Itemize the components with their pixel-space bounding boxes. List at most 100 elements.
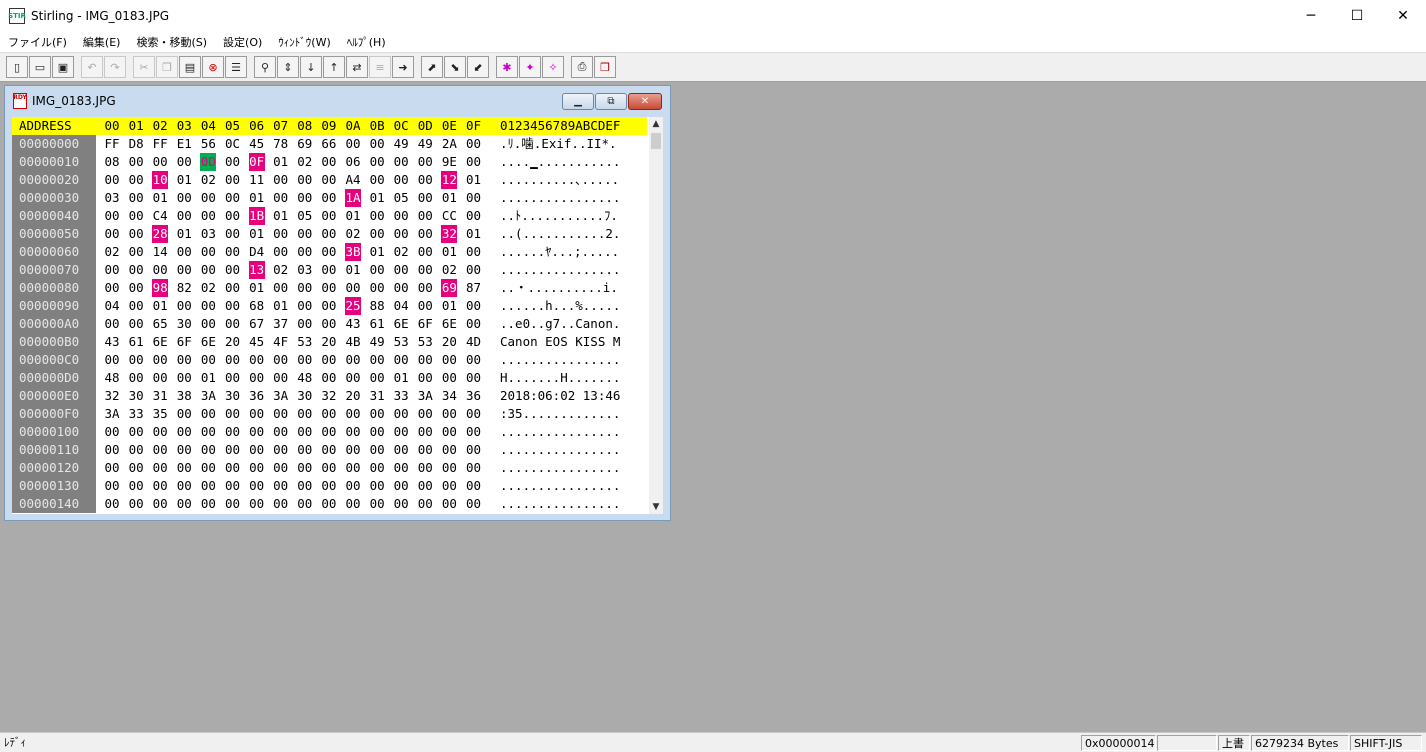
- hex-byte[interactable]: 00: [128, 495, 144, 513]
- hex-byte[interactable]: 00: [200, 243, 216, 261]
- hex-byte[interactable]: 00: [441, 423, 457, 441]
- hex-byte[interactable]: 00: [466, 459, 482, 477]
- hex-byte[interactable]: 01: [273, 297, 289, 315]
- hex-byte[interactable]: 04: [393, 297, 409, 315]
- hex-byte[interactable]: 00: [128, 189, 144, 207]
- hex-byte[interactable]: 00: [369, 477, 385, 495]
- hex-byte[interactable]: 00: [417, 477, 433, 495]
- hex-byte[interactable]: 00: [104, 279, 120, 297]
- hex-byte[interactable]: 00: [369, 423, 385, 441]
- menu-edit[interactable]: 編集(E): [75, 34, 129, 50]
- ascii-text[interactable]: Canon EOS KISS M: [500, 333, 620, 351]
- hex-byte[interactable]: 48: [104, 369, 120, 387]
- menu-help[interactable]: ﾍﾙﾌﾟ(H): [339, 34, 394, 50]
- compare-icon[interactable]: ≡: [369, 56, 391, 78]
- hex-byte[interactable]: 6E: [200, 333, 216, 351]
- hex-byte[interactable]: 00: [321, 189, 337, 207]
- hex-byte[interactable]: 32: [321, 387, 337, 405]
- hex-byte[interactable]: 61: [128, 333, 144, 351]
- ascii-text[interactable]: ................: [500, 189, 620, 207]
- hex-byte[interactable]: 00: [466, 261, 482, 279]
- hex-byte[interactable]: 01: [345, 261, 361, 279]
- ascii-text[interactable]: ................: [500, 441, 620, 459]
- hex-byte[interactable]: 00: [104, 225, 120, 243]
- hex-byte[interactable]: 01: [273, 153, 289, 171]
- hex-byte[interactable]: 61: [369, 315, 385, 333]
- hex-byte[interactable]: 00: [466, 315, 482, 333]
- hex-byte[interactable]: 00: [273, 441, 289, 459]
- hex-byte[interactable]: 00: [369, 351, 385, 369]
- hex-byte[interactable]: 02: [200, 171, 216, 189]
- hex-byte[interactable]: 01: [249, 189, 265, 207]
- hex-byte[interactable]: 02: [297, 153, 313, 171]
- hex-byte[interactable]: 01: [176, 171, 192, 189]
- hex-byte[interactable]: 00: [345, 405, 361, 423]
- hex-byte[interactable]: 00: [273, 171, 289, 189]
- hex-byte[interactable]: 00: [249, 405, 265, 423]
- hex-byte[interactable]: 69: [441, 279, 458, 297]
- hex-byte[interactable]: 1B: [248, 207, 265, 225]
- hex-byte[interactable]: 30: [225, 387, 241, 405]
- hex-byte[interactable]: 00: [417, 495, 433, 513]
- hex-byte[interactable]: 00: [321, 369, 337, 387]
- hex-byte[interactable]: 00: [369, 261, 385, 279]
- hex-byte[interactable]: 00: [321, 477, 337, 495]
- hex-byte[interactable]: 00: [345, 369, 361, 387]
- menu-search[interactable]: 検索・移動(S): [128, 34, 215, 50]
- hex-byte[interactable]: 00: [417, 297, 433, 315]
- hex-byte[interactable]: C4: [152, 207, 168, 225]
- hex-byte[interactable]: 4D: [466, 333, 482, 351]
- hex-byte[interactable]: 00: [466, 369, 482, 387]
- hex-byte[interactable]: 01: [441, 189, 457, 207]
- ascii-text[interactable]: ..........､.....: [500, 171, 619, 189]
- hex-byte[interactable]: 00: [369, 153, 385, 171]
- ascii-text[interactable]: ..e0..g7..Canon.: [500, 315, 620, 333]
- hex-byte[interactable]: 78: [273, 135, 289, 153]
- hex-byte[interactable]: 00: [321, 243, 337, 261]
- hex-byte[interactable]: 00: [369, 207, 385, 225]
- hex-byte[interactable]: 00: [321, 405, 337, 423]
- hex-byte[interactable]: 00: [176, 423, 192, 441]
- hex-byte[interactable]: 00: [393, 459, 409, 477]
- hex-byte[interactable]: 00: [345, 495, 361, 513]
- hex-byte[interactable]: 00: [128, 261, 144, 279]
- hex-byte[interactable]: 00: [128, 279, 144, 297]
- hex-byte[interactable]: 01: [466, 171, 482, 189]
- hex-byte[interactable]: 00: [249, 351, 265, 369]
- book-icon[interactable]: ❒: [594, 56, 616, 78]
- hex-byte[interactable]: 30: [128, 387, 144, 405]
- hex-byte[interactable]: 00: [128, 207, 144, 225]
- menu-window[interactable]: ｳｨﾝﾄﾞｳ(W): [270, 34, 338, 50]
- scroll-up-icon[interactable]: ▲: [649, 117, 663, 131]
- hex-byte[interactable]: 00: [273, 225, 289, 243]
- hex-byte[interactable]: 43: [104, 333, 120, 351]
- hex-byte[interactable]: 00: [369, 171, 385, 189]
- hex-byte[interactable]: 00: [369, 441, 385, 459]
- hex-byte[interactable]: 00: [176, 153, 192, 171]
- hex-byte[interactable]: 00: [369, 405, 385, 423]
- hex-byte[interactable]: 49: [393, 135, 409, 153]
- hex-byte[interactable]: 00: [225, 243, 241, 261]
- hex-byte[interactable]: 00: [128, 369, 144, 387]
- undo-icon[interactable]: ↶: [81, 56, 103, 78]
- print-icon[interactable]: ⎙: [571, 56, 593, 78]
- hex-byte[interactable]: 00: [393, 405, 409, 423]
- hex-byte[interactable]: 00: [466, 441, 482, 459]
- hex-byte[interactable]: E1: [176, 135, 192, 153]
- hex-byte[interactable]: 03: [297, 261, 313, 279]
- hex-byte[interactable]: 68: [249, 297, 265, 315]
- hex-byte[interactable]: 00: [393, 441, 409, 459]
- hex-byte[interactable]: 00: [297, 351, 313, 369]
- hex-byte[interactable]: 00: [200, 441, 216, 459]
- hex-byte[interactable]: 00: [104, 171, 120, 189]
- save-icon[interactable]: ▣: [52, 56, 74, 78]
- hex-byte[interactable]: D8: [128, 135, 144, 153]
- hex-byte[interactable]: 01: [466, 225, 482, 243]
- doc-close-button[interactable]: ✕: [628, 93, 662, 110]
- hex-byte[interactable]: 00: [249, 423, 265, 441]
- hex-byte[interactable]: 3A: [273, 387, 289, 405]
- hex-byte[interactable]: 00: [128, 153, 144, 171]
- hex-byte[interactable]: 6E: [393, 315, 409, 333]
- hex-byte[interactable]: 00: [297, 405, 313, 423]
- hex-byte[interactable]: 00: [297, 495, 313, 513]
